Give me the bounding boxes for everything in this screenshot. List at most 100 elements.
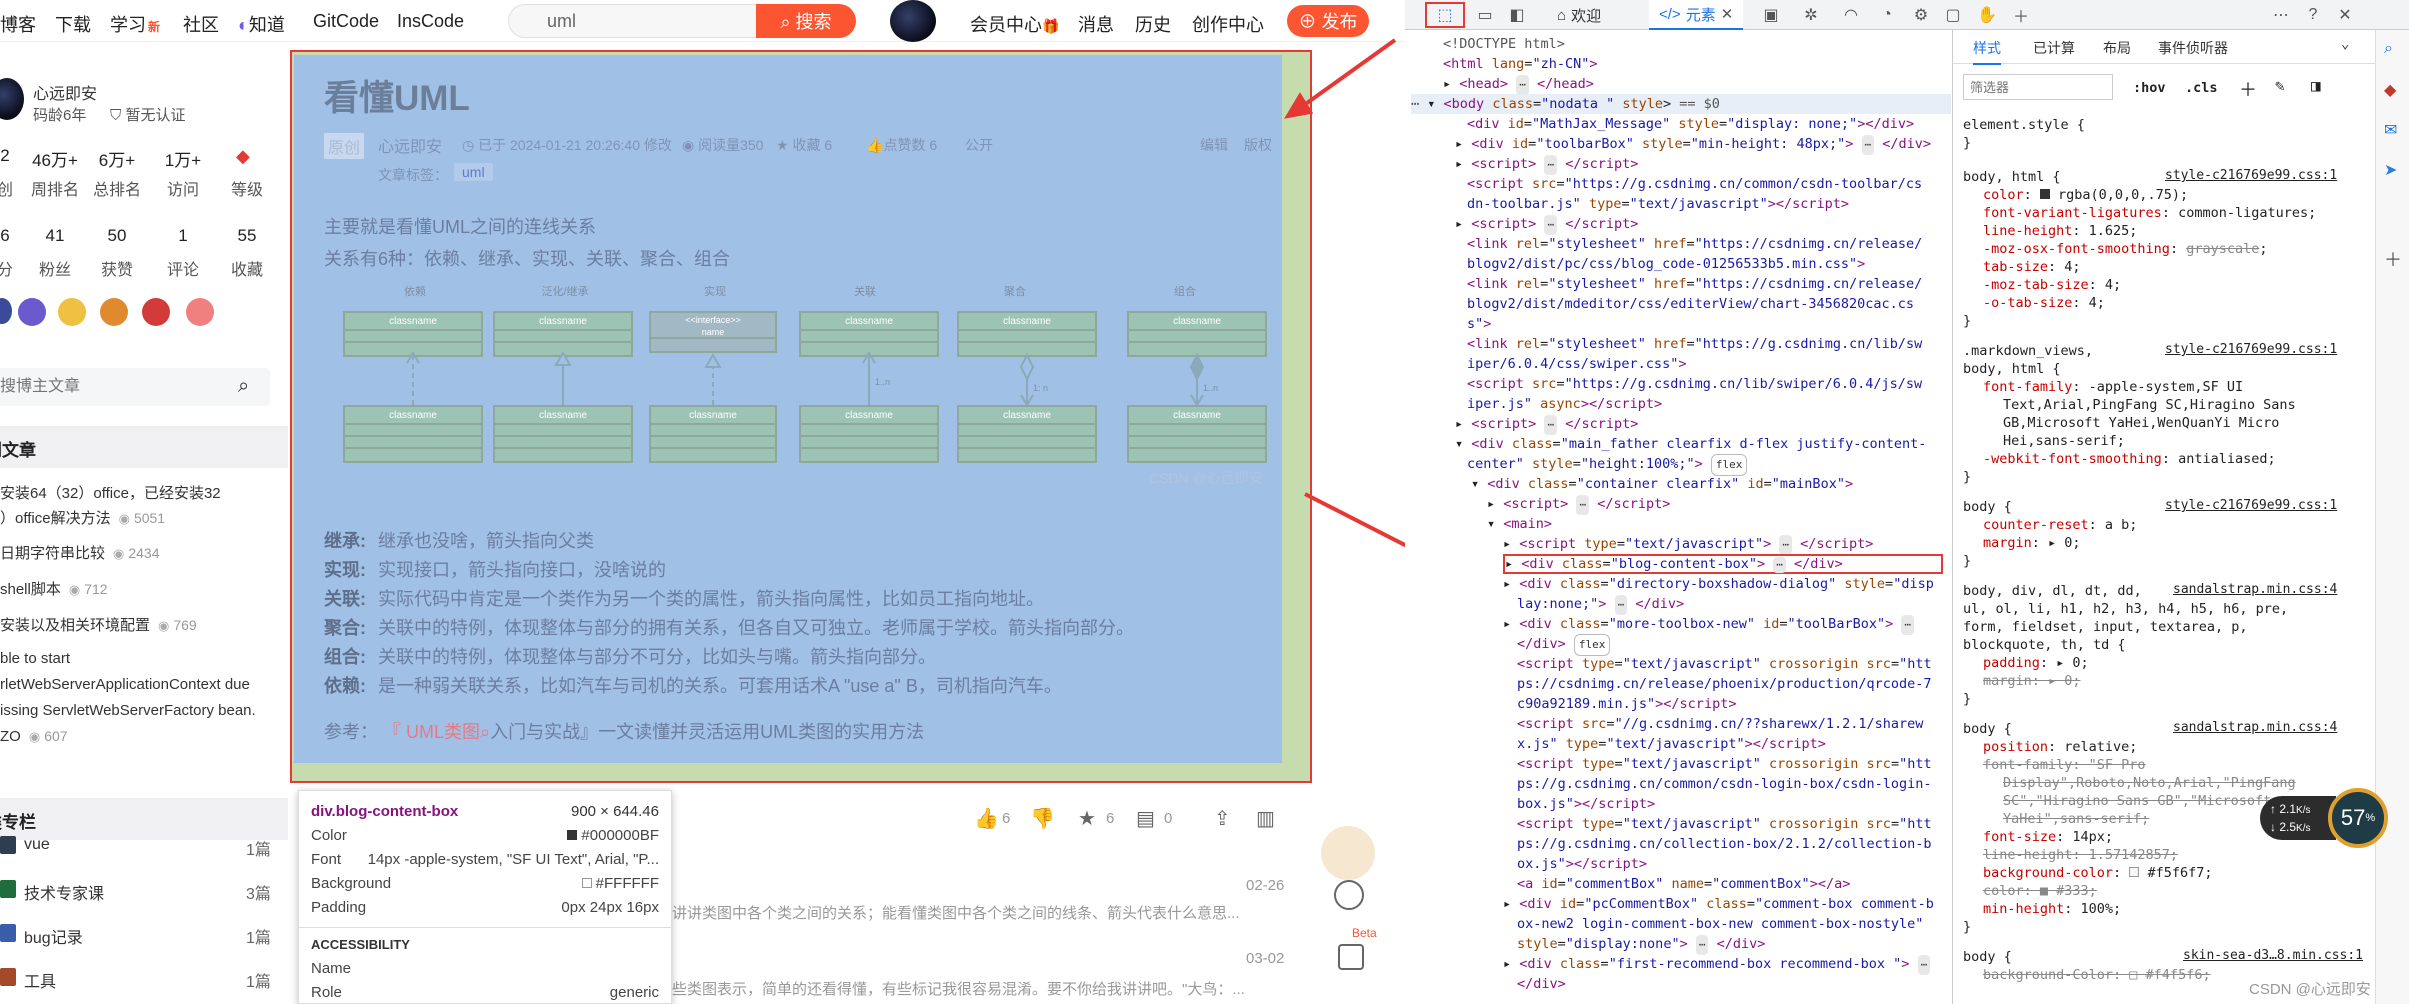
style-prop[interactable]: counter-reset: a b; bbox=[1983, 516, 2137, 534]
sidebar-toggle-icon[interactable]: ◨ bbox=[2311, 76, 2321, 95]
stop-icon[interactable]: ✋ bbox=[1975, 3, 1999, 27]
style-prop[interactable]: -moz-tab-size: 4; bbox=[1983, 276, 2121, 294]
device-icon[interactable]: ▭ bbox=[1473, 3, 1497, 27]
style-rule-line[interactable]: body { bbox=[1963, 498, 2012, 516]
rec-item[interactable]: 讲讲类图中各个类之间的关系；能看懂类图中各个类之间的线条、箭头代表什么意思... bbox=[672, 902, 1240, 923]
dom-line[interactable]: ▸ <div class="more-toolbox-new" id="tool… bbox=[1503, 614, 1914, 635]
inspect-icon[interactable]: ⬚ bbox=[1425, 2, 1465, 28]
dom-line[interactable]: <script src="https://g.csdnimg.cn/common… bbox=[1467, 174, 1922, 194]
dom-line[interactable]: ps://g.csdnimg.cn/collection-box/2.1.2/c… bbox=[1517, 834, 1932, 854]
dom-line[interactable]: c90a92189.min.js"></script> bbox=[1517, 694, 1736, 714]
chart-icon[interactable] bbox=[1334, 880, 1364, 910]
tab-styles[interactable]: 样式 bbox=[1973, 38, 2001, 65]
style-prop[interactable]: Text,Arial,PingFang SC,Hiragino Sans bbox=[2003, 396, 2296, 414]
style-prop[interactable]: tab-size: 4; bbox=[1983, 258, 2081, 276]
style-rule-line[interactable]: element.style { bbox=[1963, 116, 2085, 134]
style-prop[interactable]: SC","Hiragino Sans GB","Microsoft bbox=[2003, 792, 2271, 810]
dom-line[interactable]: <script type="text/javascript" crossorig… bbox=[1517, 654, 1932, 674]
dom-line[interactable]: <a id="commentBox" name="commentBox"></a… bbox=[1517, 874, 1850, 894]
dom-line[interactable]: <script type="text/javascript" crossorig… bbox=[1517, 754, 1932, 774]
style-prop[interactable]: -webkit-font-smoothing: antialiased; bbox=[1983, 450, 2276, 468]
dom-line-blog-content-box[interactable]: ▸ <div class="blog-content-box"> ⋯ </div… bbox=[1503, 554, 1943, 574]
plus-icon[interactable]: ＋ bbox=[2239, 76, 2257, 102]
style-prop[interactable]: Display",Roboto,Noto,Arial,"PingFang bbox=[2003, 774, 2296, 792]
style-rule-line[interactable]: body, html { bbox=[1963, 360, 2061, 378]
dom-line[interactable]: <script src="//g.csdnimg.cn/??sharewx/1.… bbox=[1517, 714, 1923, 734]
tab-layout[interactable]: 布局 bbox=[2103, 38, 2131, 58]
dom-line[interactable]: lay:none;"> ⋯ </div> bbox=[1517, 594, 1684, 615]
tab-welcome[interactable]: ⌂ 欢迎 bbox=[1557, 0, 1601, 30]
paper-plane-icon[interactable]: ➤ bbox=[2384, 160, 2397, 180]
style-rule-line[interactable]: form, fieldset, input, textarea, p, bbox=[1963, 618, 2247, 636]
dom-line[interactable]: ps://csdnimg.cn/release/phoenix/producti… bbox=[1517, 674, 1932, 694]
close-icon[interactable]: ✕ bbox=[1721, 5, 1734, 23]
star-icon[interactable]: ★ bbox=[1078, 806, 1096, 831]
dom-line[interactable]: <script src="https://g.csdnimg.cn/lib/sw… bbox=[1467, 374, 1922, 394]
dom-line[interactable]: blogv2/dist/pc/css/blog_code-01256533b5.… bbox=[1467, 254, 1865, 274]
dom-line[interactable]: ▸ <div id="toolbarBox" style="min-height… bbox=[1455, 134, 1931, 155]
gear-icon[interactable]: ⚙ bbox=[1909, 3, 1933, 27]
style-prop[interactable]: color: ■ #333; bbox=[1983, 882, 2097, 900]
style-rule-line[interactable]: body { bbox=[1963, 720, 2012, 738]
dom-line[interactable]: ▸ <div class="directory-boxshadow-dialog… bbox=[1503, 574, 1934, 594]
dom-line[interactable]: ps://g.csdnimg.cn/common/csdn-login-box/… bbox=[1517, 774, 1932, 794]
cpu-gauge[interactable]: 57% bbox=[2328, 788, 2388, 848]
dom-line[interactable]: <link rel="stylesheet" href="https://g.c… bbox=[1467, 334, 1922, 354]
style-source-link[interactable]: style-c216769e99.css:1 bbox=[2165, 168, 2337, 183]
dom-line[interactable]: <script type="text/javascript" crossorig… bbox=[1517, 814, 1932, 834]
dom-line[interactable]: s"> bbox=[1467, 314, 1491, 334]
style-source-link[interactable]: sandalstrap.min.css:4 bbox=[2173, 720, 2337, 735]
style-rule-line[interactable]: body, div, dl, dt, dd, bbox=[1963, 582, 2142, 600]
style-rule-line[interactable]: body, html { bbox=[1963, 168, 2061, 186]
dom-line[interactable]: ▸ <script> ⋯ </script> bbox=[1455, 214, 1638, 235]
wifi-icon[interactable]: ◠ bbox=[1839, 3, 1863, 27]
share-icon[interactable]: ⇪ bbox=[1214, 806, 1231, 831]
performance-icon[interactable]: ◔ bbox=[1875, 3, 1899, 27]
office-icon[interactable]: ◆ bbox=[2384, 80, 2396, 100]
paint-icon[interactable]: ✎ bbox=[2275, 76, 2285, 95]
like-icon[interactable]: 👍 bbox=[974, 806, 999, 831]
style-source-link[interactable]: style-c216769e99.css:1 bbox=[2165, 342, 2337, 357]
dom-line[interactable]: ▸ <head> ⋯ </head> bbox=[1443, 74, 1594, 95]
style-source-link[interactable]: skin-sea-d3…8.min.css:1 bbox=[2183, 948, 2363, 963]
dom-line[interactable]: style="display:none"> ⋯ </div> bbox=[1517, 934, 1765, 955]
style-prop[interactable]: font-variant-ligatures: common-ligatures… bbox=[1983, 204, 2316, 222]
cls-toggle[interactable]: .cls bbox=[2185, 80, 2218, 96]
dom-line[interactable]: dn-toolbar.js" type="text/javascript"></… bbox=[1467, 194, 1849, 214]
dom-line[interactable]: </div> flex bbox=[1517, 634, 1611, 656]
dom-line[interactable]: ▸ <div id="pcCommentBox" class="comment-… bbox=[1503, 894, 1934, 914]
dom-line[interactable]: <link rel="stylesheet" href="https://csd… bbox=[1467, 274, 1922, 294]
more-icon[interactable]: ⋯ bbox=[2269, 3, 2293, 27]
style-prop[interactable]: Hei,sans-serif; bbox=[2003, 432, 2125, 450]
plus-icon[interactable]: ＋ bbox=[2009, 3, 2033, 27]
help-icon[interactable]: ? bbox=[2301, 3, 2325, 27]
style-prop[interactable]: -o-tab-size: 4; bbox=[1983, 294, 2105, 312]
style-prop[interactable]: font-family: "SF Pro bbox=[1983, 756, 2146, 774]
dom-line[interactable]: <!DOCTYPE html> bbox=[1443, 34, 1565, 54]
dom-line[interactable]: x.js" type="text/javascript"></script> bbox=[1517, 734, 1826, 754]
dom-line[interactable]: ▸ <script> ⋯ </script> bbox=[1455, 414, 1638, 435]
dom-line[interactable]: ▾ <div class="container clearfix" id="ma… bbox=[1471, 474, 1853, 494]
dom-line[interactable]: iper/6.0.4/css/swiper.css"> bbox=[1467, 354, 1686, 374]
plus-icon[interactable]: ＋ bbox=[2384, 246, 2402, 272]
dom-line[interactable]: <link rel="stylesheet" href="https://csd… bbox=[1467, 234, 1922, 254]
style-prop[interactable]: color: rgba(0,0,0,.75); bbox=[1983, 186, 2188, 204]
mascot-icon[interactable] bbox=[1321, 826, 1375, 880]
style-prop[interactable]: min-height: 100%; bbox=[1983, 900, 2121, 918]
dom-line[interactable]: box.js"></script> bbox=[1517, 794, 1655, 814]
style-rule-line[interactable]: blockquote, th, td { bbox=[1963, 636, 2126, 654]
dock-icon[interactable]: ◧ bbox=[1505, 3, 1529, 27]
style-prop[interactable]: YaHei",sans-serif; bbox=[2003, 810, 2149, 828]
style-rule-line[interactable]: body { bbox=[1963, 948, 2012, 966]
style-prop[interactable]: font-family: -apple-system,SF UI bbox=[1983, 378, 2243, 396]
dom-line[interactable]: <html lang="zh-CN"> bbox=[1443, 54, 1597, 74]
dom-line[interactable]: <div id="MathJax_Message" style="display… bbox=[1467, 114, 1914, 134]
rec-item[interactable]: 些类图表示，简单的还看得懂，有些标记我很容易混淆。要不你给我讲讲吧。"大鸟：..… bbox=[672, 978, 1245, 999]
dom-line[interactable]: ▸ <script> ⋯ </script> bbox=[1487, 494, 1670, 515]
tab-elements[interactable]: </> 元素 ✕ bbox=[1649, 0, 1744, 30]
pdf-icon[interactable]: ▥ bbox=[1256, 806, 1275, 831]
style-rule-line[interactable]: ul, ol, li, h1, h2, h3, h4, h5, h6, pre, bbox=[1963, 600, 2288, 618]
dom-line[interactable]: ox-new2 login-comment-box-new comment-bo… bbox=[1517, 914, 1923, 934]
outlook-icon[interactable]: ✉ bbox=[2384, 120, 2397, 140]
style-source-link[interactable]: sandalstrap.min.css:4 bbox=[2173, 582, 2337, 597]
